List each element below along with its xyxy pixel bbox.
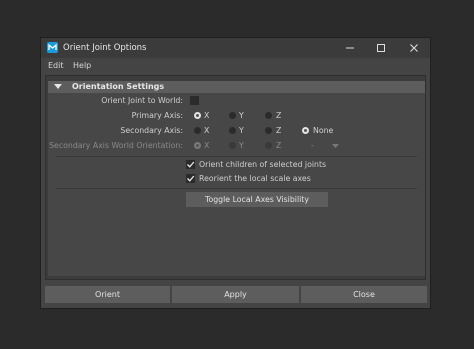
secondary-world-x-label: X [204,141,210,150]
collapse-triangle-icon[interactable] [54,84,62,90]
reorient-scale-axes-checkbox[interactable] [186,174,195,183]
secondary-world-z-radio[interactable] [265,142,272,149]
menu-bar: Edit Help [41,58,430,73]
secondary-axis-x-radio[interactable] [194,127,201,134]
orient-children-label: Orient children of selected joints [199,160,327,169]
secondary-axis-none-label: None [313,126,334,135]
close-window-button[interactable] [407,41,421,55]
minimize-button[interactable] [343,41,357,55]
secondary-axis-label: Secondary Axis: [120,126,183,135]
maya-app-icon [47,42,58,53]
orient-children-checkbox[interactable] [186,160,195,169]
secondary-world-y-radio[interactable] [229,142,236,149]
secondary-world-orientation-label: Secondary Axis World Orientation: [49,141,183,150]
divider [56,156,417,157]
reorient-scale-axes-label: Reorient the local scale axes [199,174,311,183]
maximize-button[interactable] [374,41,388,55]
orient-button[interactable]: Orient [45,286,170,303]
chevron-down-icon[interactable] [332,144,339,149]
options-panel: Orientation Settings Orient Joint to Wor… [45,75,426,280]
toggle-local-axes-visibility-button[interactable]: Toggle Local Axes Visibility [186,192,328,207]
secondary-axis-y-label: Y [239,126,244,135]
primary-axis-y-label: Y [239,111,244,120]
orient-world-label: Orient Joint to World: [101,96,183,105]
checkmark-icon [187,161,195,168]
secondary-axis-z-label: Z [276,126,282,135]
secondary-axis-none-radio[interactable] [302,127,309,134]
window-title: Orient Joint Options [63,43,147,53]
orient-world-checkbox[interactable] [190,96,199,105]
checkmark-icon [187,175,195,182]
orientation-settings-header[interactable]: Orientation Settings [48,81,425,93]
primary-axis-z-label: Z [276,111,282,120]
secondary-world-z-label: Z [276,141,282,150]
secondary-axis-x-label: X [204,126,210,135]
primary-axis-x-radio[interactable] [194,112,201,119]
secondary-axis-z-radio[interactable] [265,127,272,134]
apply-button[interactable]: Apply [172,286,299,303]
secondary-world-sign-value[interactable]: - [311,141,314,150]
secondary-axis-y-radio[interactable] [229,127,236,134]
primary-axis-z-radio[interactable] [265,112,272,119]
menu-edit[interactable]: Edit [48,61,64,70]
menu-help[interactable]: Help [73,61,91,70]
close-button[interactable]: Close [301,286,427,303]
primary-axis-label: Primary Axis: [131,111,183,120]
secondary-world-y-label: Y [239,141,244,150]
orient-joint-options-window: Orient Joint Options Edit Help Orientati… [40,37,431,309]
title-bar[interactable]: Orient Joint Options [41,38,430,58]
frame-title: Orientation Settings [72,82,165,91]
primary-axis-x-label: X [204,111,210,120]
divider [56,188,417,189]
secondary-world-x-radio[interactable] [194,142,201,149]
orientation-settings-body: Orient Joint to World: Primary Axis: X Y… [48,93,425,276]
primary-axis-y-radio[interactable] [229,112,236,119]
